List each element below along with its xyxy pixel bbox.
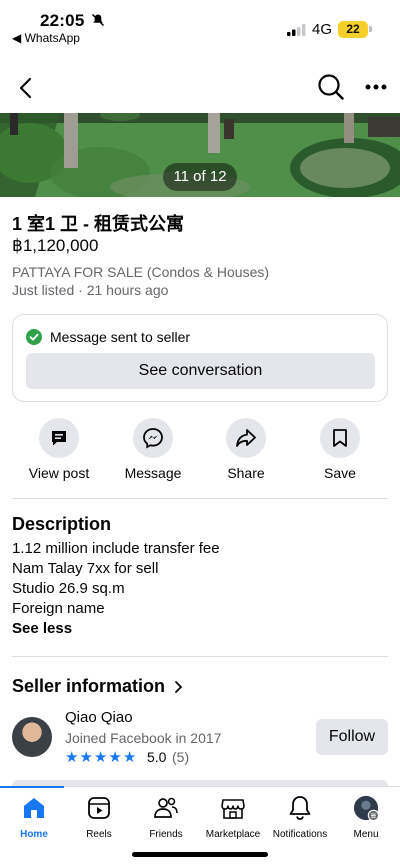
listing-group-link[interactable]: PATTAYA FOR SALE (Condos & Houses) <box>12 264 269 280</box>
status-time: 22:05 <box>40 11 85 30</box>
bell-muted-icon <box>91 13 105 27</box>
view-post-label: View post <box>28 465 90 481</box>
seller-rating-value: 5.0 <box>147 749 167 765</box>
save-button[interactable]: Save <box>295 418 385 482</box>
star-icon: ★ <box>65 749 79 766</box>
divider <box>12 498 388 499</box>
star-icon: ★ <box>79 749 93 766</box>
seller-information-heading[interactable]: Seller information <box>12 676 165 697</box>
chevron-right-icon[interactable] <box>173 678 185 696</box>
message-sent-card: Message sent to seller See conversation <box>12 314 388 402</box>
tab-menu[interactable]: Menu <box>332 795 400 843</box>
check-circle-icon <box>26 329 42 345</box>
listing-actions: View post Message Share Save <box>0 418 400 482</box>
share-label: Share <box>227 465 265 481</box>
description-heading: Description <box>12 514 112 534</box>
description-line: Studio 26.9 sq.m <box>12 580 125 597</box>
back-to-app-link[interactable]: ◀ WhatsApp <box>12 31 80 45</box>
description-line: Nam Talay 7xx for sell <box>12 560 159 577</box>
listing-photo[interactable]: 11 of 12 <box>0 113 400 197</box>
seller-rating-count[interactable]: (5) <box>172 749 189 765</box>
cellular-signal-icon <box>287 24 306 36</box>
reels-icon <box>86 795 112 821</box>
more-options-button[interactable] <box>362 72 390 102</box>
save-label: Save <box>324 465 356 481</box>
listing-time: Just listed · 21 hours ago <box>12 282 169 298</box>
tab-friends[interactable]: Friends <box>132 795 200 843</box>
back-button[interactable] <box>12 72 38 104</box>
chevron-left-icon <box>19 77 32 99</box>
star-icon: ★ <box>122 749 137 766</box>
tab-reels[interactable]: Reels <box>65 795 133 843</box>
marketplace-icon <box>220 795 246 821</box>
friends-icon <box>153 795 179 821</box>
menu-avatar-icon <box>353 795 379 822</box>
message-label: Message <box>124 465 182 481</box>
seller-joined: Joined Facebook in 2017 <box>65 730 222 746</box>
description-line: Foreign name <box>12 600 105 617</box>
follow-button[interactable]: Follow <box>316 719 388 755</box>
search-icon[interactable] <box>316 72 346 102</box>
star-icon: ★ <box>108 749 122 766</box>
tab-home[interactable]: Home <box>0 795 68 843</box>
message-sent-status: Message sent to seller <box>50 329 191 345</box>
view-post-button[interactable]: View post <box>14 418 104 482</box>
see-conversation-button[interactable]: See conversation <box>26 353 375 389</box>
more-horizontal-icon <box>365 84 387 90</box>
home-icon <box>21 795 47 821</box>
seller-rating-stars: ★ ★ ★ ★ ★ <box>65 750 136 766</box>
bell-icon <box>287 795 313 821</box>
message-button[interactable]: Message <box>108 418 198 482</box>
bookmark-icon <box>320 418 360 458</box>
photo-counter: 11 of 12 <box>163 163 237 191</box>
network-type: 4G <box>312 21 333 38</box>
tab-menu-label: Menu <box>353 829 379 840</box>
listing-title: 1 室1 卫 - 租赁式公寓 <box>12 214 185 234</box>
divider <box>12 656 388 657</box>
home-indicator <box>132 852 268 857</box>
seller-name[interactable]: Qiao Qiao <box>65 709 133 726</box>
battery-indicator: 22 <box>338 21 368 38</box>
tab-marketplace[interactable]: Marketplace <box>199 795 267 843</box>
star-icon: ★ <box>93 749 108 766</box>
top-navigation <box>0 64 400 112</box>
active-tab-indicator <box>0 786 64 788</box>
battery-tip <box>369 26 372 32</box>
view-post-icon <box>39 418 79 458</box>
share-button[interactable]: Share <box>201 418 291 482</box>
description-line: 1.12 million include transfer fee <box>12 540 220 557</box>
tab-notifications[interactable]: Notifications <box>266 795 334 843</box>
messenger-icon <box>133 418 173 458</box>
listing-price: ฿1,120,000 <box>12 236 99 255</box>
see-less-link[interactable]: See less <box>12 620 72 637</box>
seller-avatar[interactable] <box>12 717 52 757</box>
share-icon <box>226 418 266 458</box>
status-bar: 22:05 ◀ WhatsApp 4G 22 <box>0 0 400 48</box>
